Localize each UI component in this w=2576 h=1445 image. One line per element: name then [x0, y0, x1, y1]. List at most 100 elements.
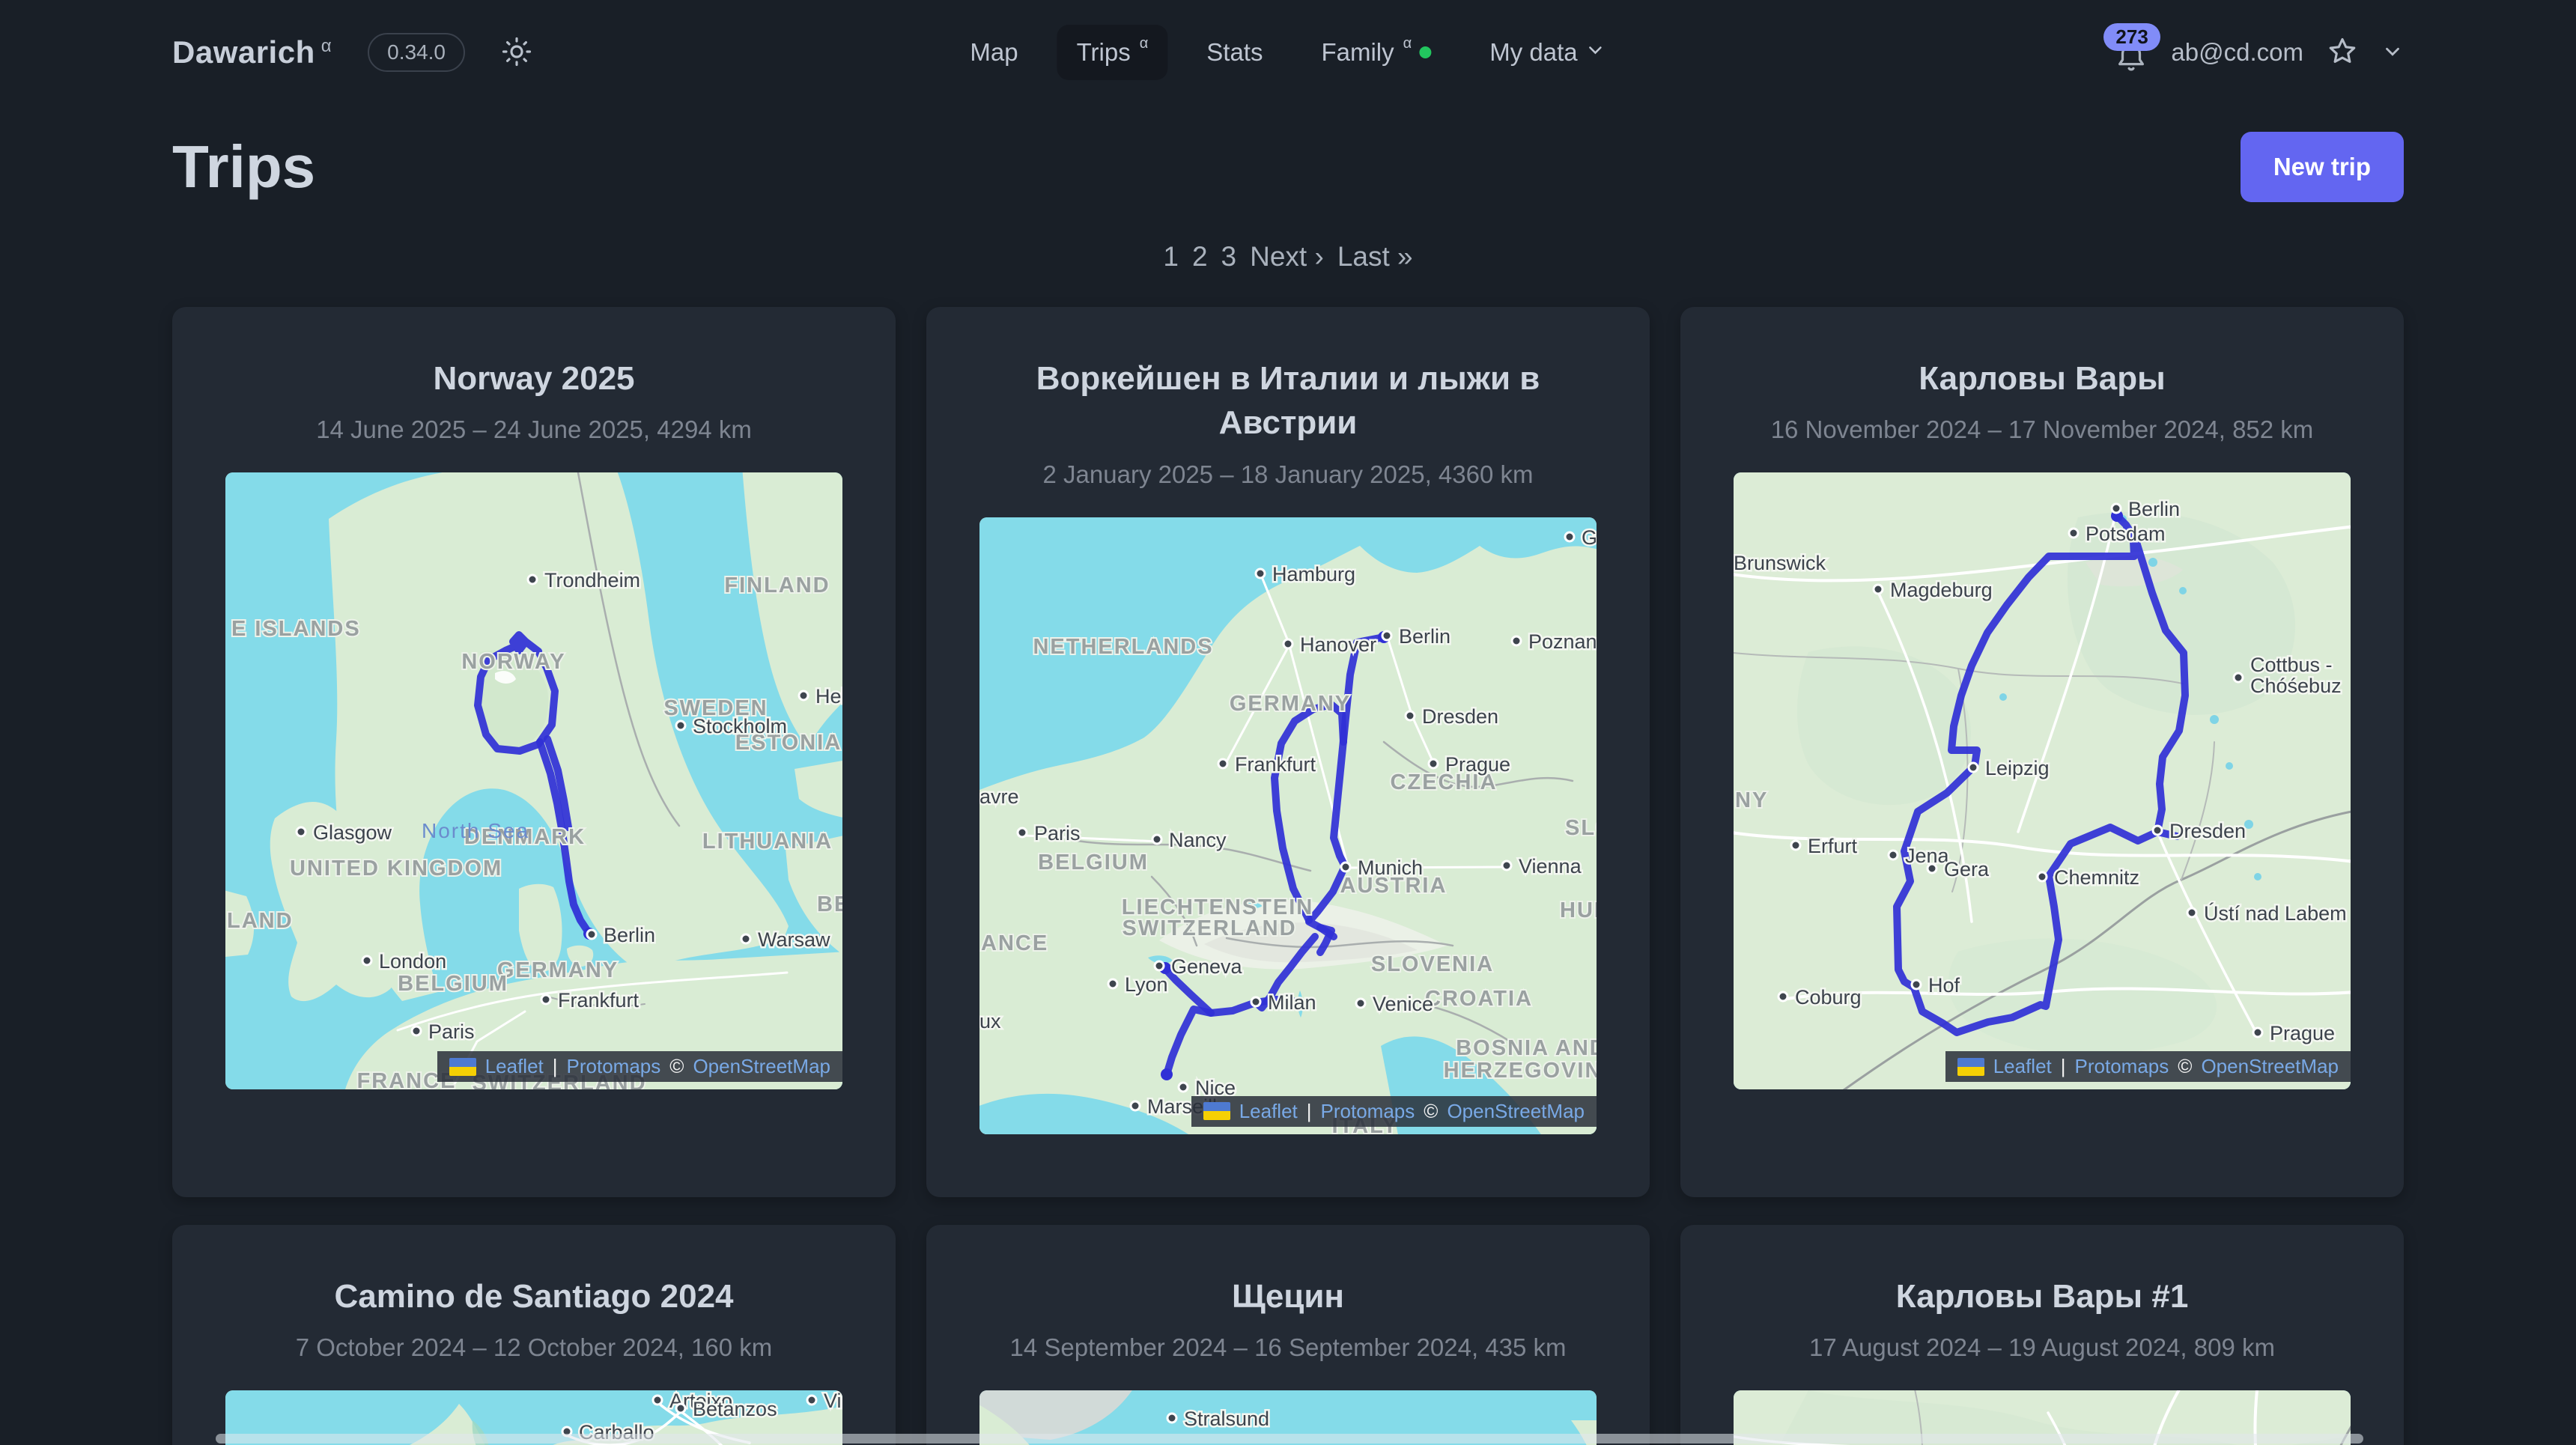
app-logo[interactable]: Dawarichα: [172, 34, 332, 70]
attribution-separator: |: [553, 1055, 558, 1078]
trip-map-canvas[interactable]: BrunswickNYBerlinPotsdamMagdeburgCottbus…: [1734, 472, 2351, 1089]
openstreetmap-link[interactable]: OpenStreetMap: [1447, 1100, 1585, 1123]
map-city-label: Gera: [1944, 858, 1990, 880]
map-city-dot: [1152, 835, 1161, 844]
notifications-button[interactable]: 273: [2114, 29, 2148, 76]
new-trip-button[interactable]: New trip: [2241, 132, 2404, 202]
map-city-dot: [2038, 872, 2047, 881]
map-lake: [2148, 558, 2157, 567]
trip-map[interactable]: E ISLANDSNORWAYSWEDENFINLANDESTONIALITHU…: [225, 472, 842, 1089]
map-city-label: Munich: [1358, 857, 1423, 879]
trip-card[interactable]: Norway 202514 June 2025 – 24 June 2025, …: [172, 307, 896, 1197]
map-city-label: Chóśebuz: [2250, 675, 2342, 697]
trip-dates: 7 October 2024 – 12 October 2024, 160 km: [222, 1333, 846, 1362]
map-city-label: Potsdam: [2086, 523, 2166, 545]
alpha-badge: α: [321, 36, 332, 56]
account-dropdown-toggle[interactable]: [2381, 40, 2404, 65]
trip-card[interactable]: Карловы Вары 16 November 2024 – 17 Novemb…: [1680, 307, 2404, 1197]
map-city-label: Frankfurt: [1235, 753, 1316, 776]
trip-card[interactable]: Карловы Вары #117 August 2024 – 19 Augus…: [1680, 1225, 2404, 1445]
map-city-dot: [799, 691, 808, 700]
leaflet-link[interactable]: Leaflet: [1239, 1100, 1298, 1123]
trip-card[interactable]: Воркейшен в Италии и лыжи в Австрии2 Jan…: [926, 307, 1650, 1197]
trip-card[interactable]: Щецин14 September 2024 – 16 September 20…: [926, 1225, 1650, 1445]
nav-item-stats[interactable]: Stats: [1187, 25, 1282, 80]
map-city-dot: [807, 1396, 816, 1405]
pagination-link[interactable]: 1: [1163, 241, 1179, 273]
trip-title: Карловы Вары: [1730, 356, 2354, 401]
protomaps-link[interactable]: Protomaps: [1321, 1100, 1415, 1123]
nav-item-map[interactable]: Map: [950, 25, 1037, 80]
map-city-label: Nancy: [1169, 829, 1227, 851]
map-country-label: CROATIA: [1425, 987, 1533, 1011]
account-menu-email[interactable]: ab@cd.com: [2171, 38, 2303, 67]
trip-dates: 16 November 2024 – 17 November 2024, 852…: [1730, 416, 2354, 444]
map-city-label: Brunswick: [1734, 552, 1826, 574]
trip-title: Norway 2025: [222, 356, 846, 401]
map-country-label: NETHERLANDS: [1033, 635, 1213, 659]
map-country-label: SWITZERLAND: [1122, 916, 1296, 940]
copyright-symbol: ©: [669, 1055, 684, 1078]
theme-toggle-button[interactable]: [501, 36, 532, 70]
trip-card[interactable]: Camino de Santiago 2024 7 October 2024 – …: [172, 1225, 896, 1445]
nav-item-my-data[interactable]: My data: [1470, 25, 1625, 80]
map-city-label: Dresden: [1422, 705, 1498, 728]
map-city-label: Warsaw: [758, 928, 830, 951]
trip-title: Camino de Santiago 2024: [222, 1274, 846, 1318]
map-city-label: Hamburg: [1272, 563, 1355, 585]
map-country-label: FINLAND: [724, 574, 830, 597]
map-city-label: Leipzig: [1985, 757, 2050, 779]
nav-item-my-data-label: My data: [1489, 38, 1577, 67]
map-city-label: Lyon: [1125, 973, 1168, 996]
nav-item-trips[interactable]: Tripsα: [1057, 25, 1168, 80]
pagination-link[interactable]: 3: [1221, 241, 1237, 273]
map-city-dot: [2234, 673, 2243, 682]
map-city-dot: [1341, 863, 1350, 871]
map-city-dot: [1251, 997, 1260, 1006]
map-city-dot: [1912, 980, 1921, 989]
pagination-link[interactable]: Next ›: [1250, 241, 1324, 273]
ukraine-flag-icon: [1203, 1102, 1230, 1120]
map-country-label: BOSNIA AND: [1456, 1036, 1597, 1060]
trip-map-canvas[interactable]: NETHERLANDSGERMANYBELGIUMCZECHIAAUSTRIAL…: [979, 517, 1597, 1134]
trip-map-canvas[interactable]: E ISLANDSNORWAYSWEDENFINLANDESTONIALITHU…: [225, 472, 842, 1089]
trip-title: Воркейшен в Италии и лыжи в Австрии: [976, 356, 1600, 445]
favorites-button[interactable]: [2326, 35, 2359, 70]
protomaps-link[interactable]: Protomaps: [2075, 1055, 2169, 1078]
map-city-dot: [1874, 585, 1883, 594]
map-city-dot: [587, 930, 596, 939]
map-city-label: Jena: [1905, 845, 1950, 867]
map-country-label: LITHUANIA: [702, 830, 833, 854]
map-city-label: Prague: [2270, 1022, 2335, 1044]
sun-icon: [501, 36, 532, 70]
map-city-dot: [362, 956, 371, 965]
family-online-dot: [1419, 46, 1431, 58]
nav-item-family-label: Family: [1321, 38, 1394, 67]
openstreetmap-link[interactable]: OpenStreetMap: [2201, 1055, 2339, 1078]
nav-item-family[interactable]: Familyα: [1301, 25, 1450, 80]
map-city-dot: [297, 827, 306, 836]
trip-map[interactable]: BrunswickNYBerlinPotsdamMagdeburgCottbus…: [1734, 472, 2351, 1089]
trip-title: Карловы Вары #1: [1730, 1274, 2354, 1318]
map-city-dot: [1969, 763, 1978, 772]
map-city-label: Dresden: [2169, 820, 2246, 842]
map-lake: [2179, 587, 2187, 594]
map-lake: [2226, 762, 2233, 770]
leaflet-link[interactable]: Leaflet: [1993, 1055, 2052, 1078]
copyright-symbol: ©: [1424, 1100, 1438, 1123]
protomaps-link[interactable]: Protomaps: [567, 1055, 661, 1078]
pagination-link[interactable]: 2: [1192, 241, 1208, 273]
map-city-label: avre: [979, 785, 1019, 808]
openstreetmap-link[interactable]: OpenStreetMap: [693, 1055, 830, 1078]
map-city-label: Prague: [1445, 753, 1510, 776]
pagination-link[interactable]: Last »: [1337, 241, 1413, 273]
map-country-label: UNITED KINGDOM: [290, 857, 502, 880]
map-city-dot: [1018, 828, 1027, 837]
map-country-label: NORWAY: [461, 650, 565, 674]
map-city-dot: [1778, 992, 1787, 1001]
map-city-dot: [1928, 864, 1936, 873]
horizontal-scrollbar[interactable]: [216, 1434, 2363, 1444]
trip-map[interactable]: NETHERLANDSGERMANYBELGIUMCZECHIAAUSTRIAL…: [979, 517, 1597, 1134]
leaflet-link[interactable]: Leaflet: [485, 1055, 544, 1078]
map-city-dot: [1218, 759, 1227, 768]
